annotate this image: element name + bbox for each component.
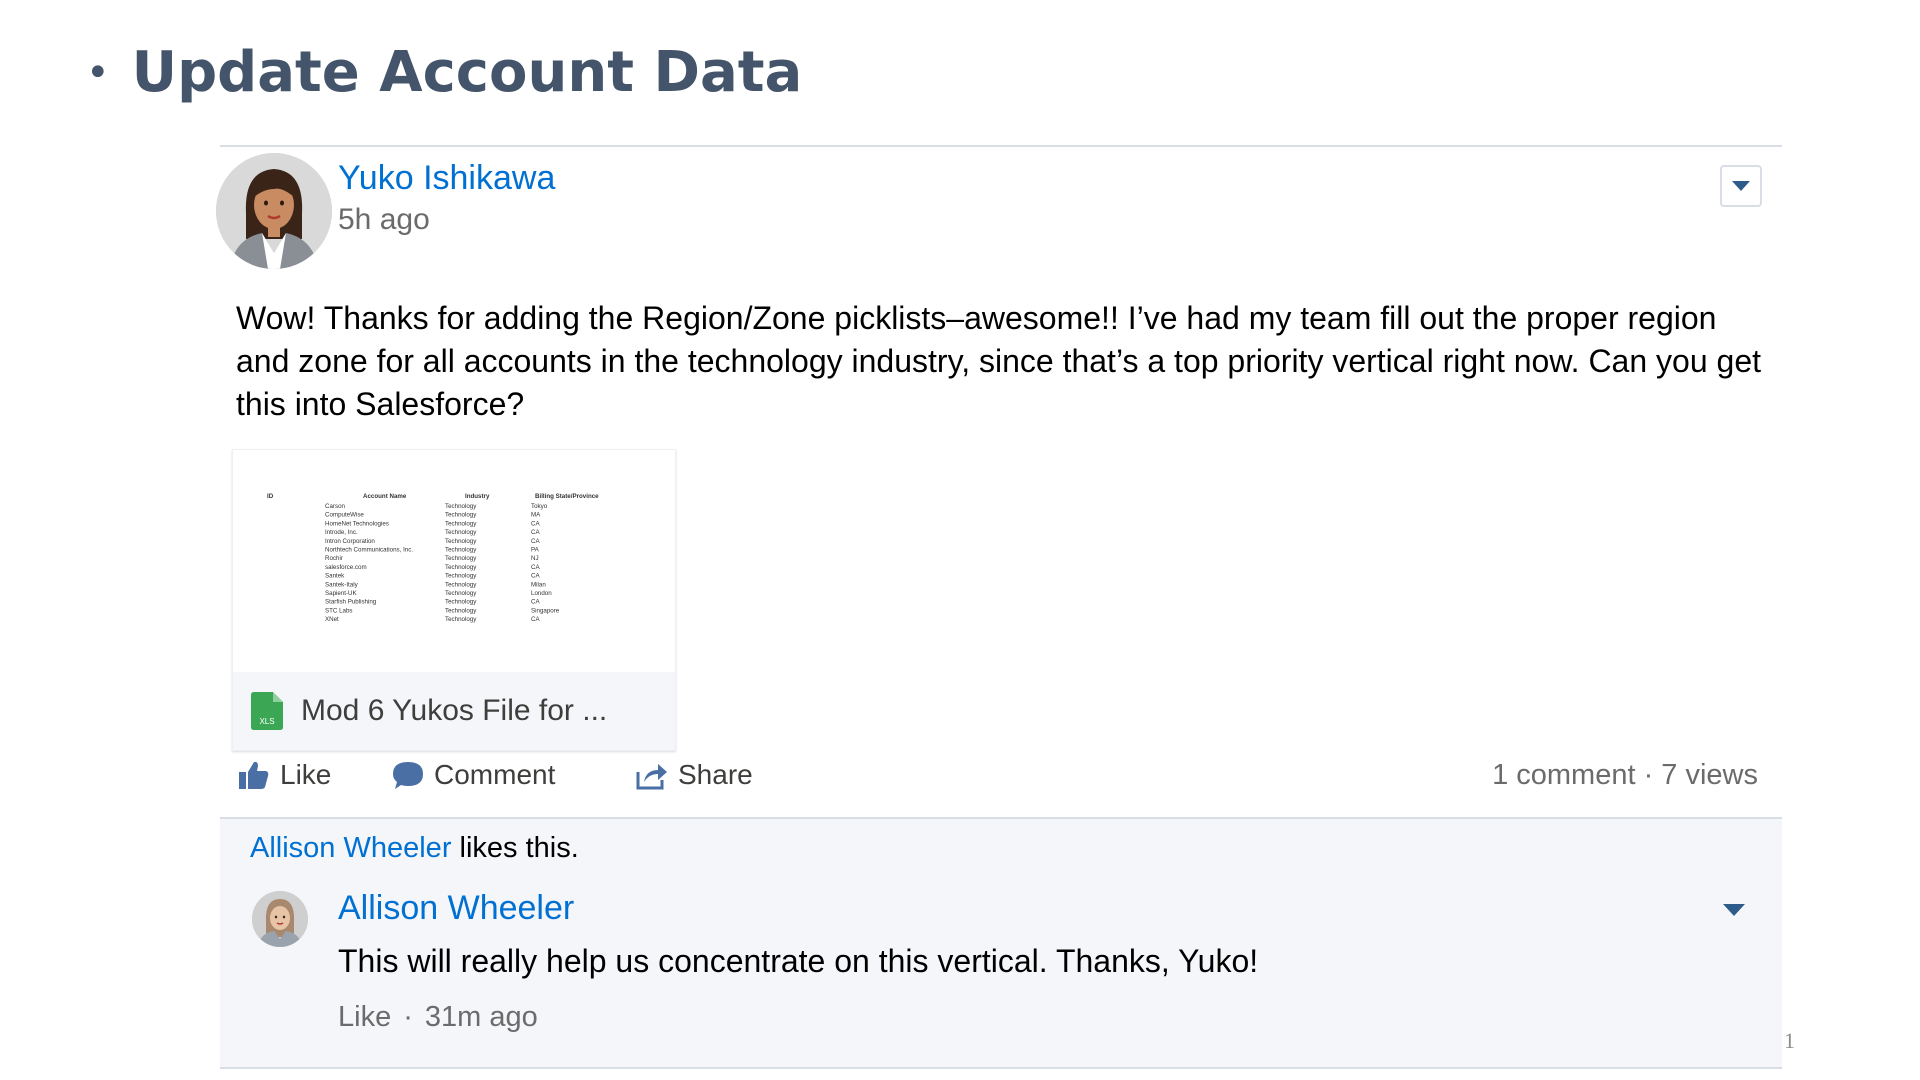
attachment-file-name[interactable]: Mod 6 Yukos File for ... [301, 694, 607, 728]
preview-cell: CA [531, 529, 540, 536]
chatter-feed-item: Yuko Ishikawa 5h ago Wow! Thanks for add… [216, 145, 1782, 1069]
slide-title-text: Update Account Data [131, 40, 803, 105]
preview-header-cell: Billing State/Province [535, 493, 599, 500]
preview-header-cell: Account Name [363, 493, 407, 500]
preview-cell: Technology [445, 555, 477, 562]
preview-cell: Technology [445, 503, 477, 510]
preview-cell: Technology [445, 529, 477, 536]
preview-cell: ComputeWise [325, 512, 364, 519]
attachment-footer[interactable]: XLS Mod 6 Yukos File for ... [233, 672, 675, 750]
file-attachment-card[interactable]: ID Account Name Industry Billing State/Prov… [232, 449, 676, 751]
post-author-link[interactable]: Yuko Ishikawa [338, 159, 555, 198]
post-actions-menu-button[interactable] [1720, 165, 1762, 207]
like-button-label: Like [280, 759, 332, 790]
share-button-label: Share [678, 759, 753, 790]
preview-cell: Technology [445, 573, 477, 580]
post-body: Wow! Thanks for adding the Region/Zone p… [236, 300, 1761, 422]
preview-cell: HomeNet Technologies [325, 520, 389, 527]
preview-cell: Milan [531, 581, 546, 588]
preview-cell: XNet [325, 616, 339, 623]
preview-cell: CA [531, 599, 540, 606]
preview-cell: Technology [445, 607, 477, 614]
preview-cell: Northtech Communications, Inc. [325, 547, 413, 554]
likes-suffix: likes this. [451, 832, 579, 864]
preview-cell: London [531, 590, 552, 597]
comment-button-label: Comment [434, 759, 556, 790]
comment-actions-menu-button[interactable] [1722, 903, 1746, 922]
preview-cell: Santek-Italy [325, 581, 359, 588]
comment-button[interactable]: Comment [392, 759, 555, 791]
meta-separator: · [403, 1001, 413, 1033]
page-number: 1 [1784, 1028, 1795, 1053]
preview-cell: MA [531, 512, 541, 519]
commenter-avatar[interactable] [252, 891, 308, 947]
preview-cell: Technology [445, 520, 477, 527]
post-action-bar: Like Comment Share 1 comment · 7 views [238, 759, 1778, 809]
preview-cell: salesforce.com [325, 564, 367, 571]
liker-link[interactable]: Allison Wheeler [250, 832, 451, 864]
preview-cell: STC Labs [325, 607, 353, 614]
preview-cell: Introde, Inc. [325, 529, 358, 536]
comment-bubble-icon [393, 762, 423, 789]
slide-title: • Update Account Data [86, 40, 802, 105]
preview-header-cell: ID [267, 493, 274, 500]
preview-header-cell: Industry [465, 493, 490, 500]
preview-cell: Santek [325, 573, 345, 580]
title-bullet: • [86, 49, 110, 96]
preview-cell: CA [531, 564, 540, 571]
comment-body: This will really help us concentrate on … [338, 943, 1259, 979]
preview-cell: Technology [445, 512, 477, 519]
thumbs-up-icon [239, 761, 269, 789]
comment-meta: Like · 31m ago [338, 1001, 538, 1034]
preview-cell: Technology [445, 616, 477, 623]
preview-cell: Technology [445, 581, 477, 588]
post-stats: 1 comment · 7 views [1492, 759, 1758, 791]
preview-cell: PA [531, 547, 540, 554]
preview-cell: Technology [445, 599, 477, 606]
preview-cell: Tokyo [531, 503, 548, 510]
preview-cell: Technology [445, 547, 477, 554]
preview-cell: CA [531, 573, 540, 580]
preview-cell: Technology [445, 590, 477, 597]
preview-cell: CA [531, 616, 540, 623]
like-button[interactable]: Like [238, 759, 331, 791]
preview-cell: Singapore [531, 607, 560, 614]
chevron-down-icon [1732, 181, 1750, 191]
preview-cell: Rochir [325, 555, 343, 562]
svg-text:XLS: XLS [259, 717, 274, 726]
comment-timestamp[interactable]: 31m ago [425, 1001, 538, 1033]
preview-cell: Intron Corporation [325, 538, 375, 545]
comment-item: Allison Wheeler This will really help us… [220, 879, 1782, 1069]
preview-cell: Technology [445, 538, 477, 545]
post-timestamp[interactable]: 5h ago [338, 203, 430, 237]
spreadsheet-preview-thumbnail[interactable]: ID Account Name Industry Billing State/Prov… [233, 450, 675, 672]
preview-cell: CA [531, 520, 540, 527]
likes-summary: Allison Wheeler likes this. [220, 817, 1782, 881]
preview-cell: Carson [325, 503, 346, 510]
comment-like-link[interactable]: Like [338, 1001, 391, 1033]
preview-cell: CA [531, 538, 540, 545]
preview-cell: NJ [531, 555, 539, 562]
share-button[interactable]: Share [634, 759, 753, 791]
preview-cell: Technology [445, 564, 477, 571]
share-icon [636, 764, 667, 790]
chevron-down-icon [1723, 904, 1745, 916]
comment-author-link[interactable]: Allison Wheeler [338, 889, 574, 928]
xls-file-icon: XLS [251, 692, 283, 730]
preview-cell: Sapient-UK [325, 590, 358, 597]
author-avatar[interactable] [216, 153, 332, 269]
preview-cell: Starfish Publishing [325, 599, 377, 606]
